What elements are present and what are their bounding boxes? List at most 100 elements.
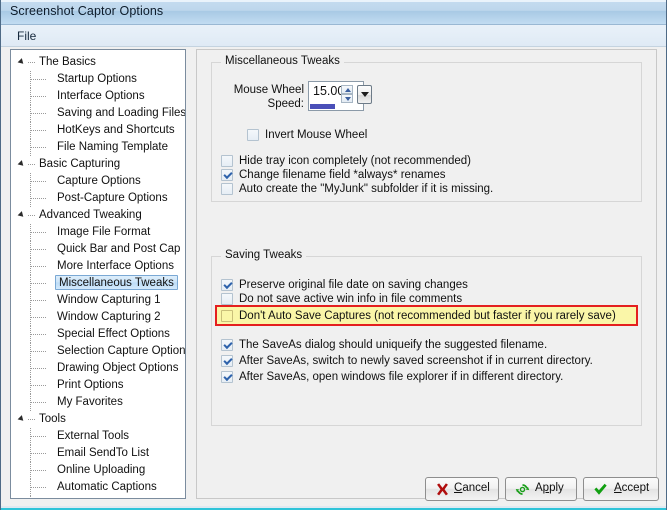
tree-item-label: Post-Capture Options — [57, 192, 168, 204]
tree-connector-stub — [31, 181, 46, 182]
menu-bar: File — [1, 25, 666, 47]
tree-item-miscellaneous-tweaks[interactable]: Miscellaneous Tweaks — [11, 275, 185, 292]
tree-item-image-file-format[interactable]: Image File Format — [11, 224, 185, 241]
tree-item-label: External Tools — [57, 430, 130, 442]
tree-item-window-capturing-1[interactable]: Window Capturing 1 — [11, 292, 185, 309]
checkbox-saveas-switch[interactable] — [221, 355, 233, 367]
checkbox-label: Auto create the "MyJunk" subfolder if it… — [239, 183, 494, 195]
tree-connector-stub — [31, 385, 46, 386]
tree-item-print-options[interactable]: Print Options — [11, 377, 185, 394]
mouse-wheel-dropdown-button[interactable] — [357, 85, 372, 104]
tree-item-advanced-tweaking[interactable]: Advanced Tweaking — [11, 207, 185, 224]
tree-item-label: Scanner Options — [57, 496, 143, 498]
checkbox-dont-auto-save-captures[interactable] — [221, 310, 233, 322]
spinner-up-button[interactable] — [341, 85, 353, 94]
checkbox-label: Don't Auto Save Captures (not recommende… — [239, 310, 616, 322]
mouse-wheel-speed-label-line2: Speed: — [267, 98, 304, 110]
group-saving-tweaks: Saving Tweaks Preserve original file dat… — [211, 249, 642, 426]
tree-item-special-effect-options[interactable]: Special Effect Options — [11, 326, 185, 343]
tree-item-label: Miscellaneous Tweaks — [55, 275, 178, 290]
tree-connector-stub — [31, 249, 46, 250]
tree-item-basic-capturing[interactable]: Basic Capturing — [11, 156, 185, 173]
checkbox-hide-tray-icon[interactable] — [221, 155, 233, 167]
checkbox-label: Invert Mouse Wheel — [265, 129, 368, 141]
mouse-wheel-speed-input[interactable]: 15.00 — [308, 81, 364, 111]
expander-triangle-icon[interactable] — [17, 415, 26, 423]
checkbox-saveas-open-explorer[interactable] — [221, 371, 233, 383]
tree-item-tools[interactable]: Tools — [11, 411, 185, 428]
tree-item-label: Interface Options — [57, 90, 145, 102]
tree-item-automatic-captions[interactable]: Automatic Captions — [11, 479, 185, 496]
tree-item-file-naming-template[interactable]: File Naming Template — [11, 139, 185, 156]
options-window: Screenshot Captor Options File The Basic… — [0, 0, 667, 510]
group-miscellaneous-tweaks: Miscellaneous Tweaks Mouse Wheel Speed: … — [211, 55, 642, 202]
green-refresh-icon — [515, 484, 530, 495]
checkbox-label: After SaveAs, open windows file explorer… — [239, 371, 564, 383]
tree-item-email-sendto-list[interactable]: Email SendTo List — [11, 445, 185, 462]
tree-item-label: Basic Capturing — [39, 158, 121, 170]
cancel-button[interactable]: Cancel — [425, 477, 499, 501]
tree-item-more-interface-options[interactable]: More Interface Options — [11, 258, 185, 275]
tree-connector — [28, 215, 35, 216]
tree-connector-stub — [31, 130, 46, 131]
tree-connector-stub — [31, 266, 46, 267]
cancel-button-label: Cancel — [454, 482, 490, 494]
tree-item-capture-options[interactable]: Capture Options — [11, 173, 185, 190]
triangle-up-icon — [345, 88, 351, 92]
apply-button[interactable]: Apply — [505, 477, 577, 501]
tree-connector-stub — [31, 317, 46, 318]
window-bottom-accent — [1, 506, 666, 510]
tree-item-drawing-object-options[interactable]: Drawing Object Options — [11, 360, 185, 377]
options-tree[interactable]: The Basics Startup Options Interface Optio… — [10, 49, 186, 499]
mouse-wheel-spinner[interactable] — [341, 85, 353, 105]
tree-item-label: Image File Format — [57, 226, 151, 238]
tree-connector-stub — [31, 334, 46, 335]
tree-item-saving-and-loading-files[interactable]: Saving and Loading Files — [11, 105, 185, 122]
checkbox-do-not-save-win-info[interactable] — [221, 293, 233, 305]
accept-button[interactable]: Accept — [583, 477, 659, 501]
tree-item-selection-capture-options[interactable]: Selection Capture Options — [11, 343, 185, 360]
title-bar: Screenshot Captor Options — [1, 0, 666, 25]
tree-item-online-uploading[interactable]: Online Uploading — [11, 462, 185, 479]
tree-item-label: Online Uploading — [57, 464, 146, 476]
expander-triangle-icon[interactable] — [17, 160, 26, 168]
menu-item-file[interactable]: File — [11, 28, 42, 44]
tree-item-startup-options[interactable]: Startup Options — [11, 71, 185, 88]
checkbox-saveas-uniqueify[interactable] — [221, 339, 233, 351]
tree-connector-stub — [31, 453, 46, 454]
spinner-down-button[interactable] — [341, 94, 353, 103]
tree-item-label: The Basics — [39, 56, 96, 68]
tree-connector-stub — [31, 470, 46, 471]
checkbox-preserve-file-date[interactable] — [221, 279, 233, 291]
accept-button-label: Accept — [614, 482, 650, 494]
tree-connector — [28, 164, 35, 165]
tree-item-label: Window Capturing 2 — [57, 311, 161, 323]
checkbox-invert-mouse-wheel[interactable] — [247, 129, 259, 141]
tree-connector-stub — [31, 232, 46, 233]
settings-pane: Miscellaneous Tweaks Mouse Wheel Speed: … — [196, 49, 657, 499]
tree-item-the-basics[interactable]: The Basics — [11, 54, 185, 71]
expander-triangle-icon[interactable] — [17, 211, 26, 219]
tree-connector-stub — [31, 487, 46, 488]
tree-item-post-capture-options[interactable]: Post-Capture Options — [11, 190, 185, 207]
tree-item-my-favorites[interactable]: My Favorites — [11, 394, 185, 411]
tree-item-external-tools[interactable]: External Tools — [11, 428, 185, 445]
titlebar-highlight — [1, 0, 666, 2]
window-title: Screenshot Captor Options — [10, 4, 164, 18]
checkbox-auto-create-subfolder[interactable] — [221, 183, 233, 195]
tree-connector-stub — [31, 113, 46, 114]
tree-connector — [28, 62, 35, 63]
expander-triangle-icon[interactable] — [17, 58, 26, 66]
tree-item-quick-bar-and-post-cap[interactable]: Quick Bar and Post Cap — [11, 241, 185, 258]
tree-item-label: More Interface Options — [57, 260, 174, 272]
tree-connector-stub — [31, 79, 46, 80]
tree-item-label: Saving and Loading Files — [57, 107, 186, 119]
tree-item-label: Startup Options — [57, 73, 137, 85]
tree-item-hotkeys-and-shortcuts[interactable]: HotKeys and Shortcuts — [11, 122, 185, 139]
tree-item-scanner-options[interactable]: Scanner Options — [11, 496, 185, 498]
tree-item-interface-options[interactable]: Interface Options — [11, 88, 185, 105]
tree-item-label: Drawing Object Options — [57, 362, 179, 374]
checkbox-change-filename-field[interactable] — [221, 169, 233, 181]
tree-connector-stub — [31, 436, 46, 437]
tree-item-window-capturing-2[interactable]: Window Capturing 2 — [11, 309, 185, 326]
